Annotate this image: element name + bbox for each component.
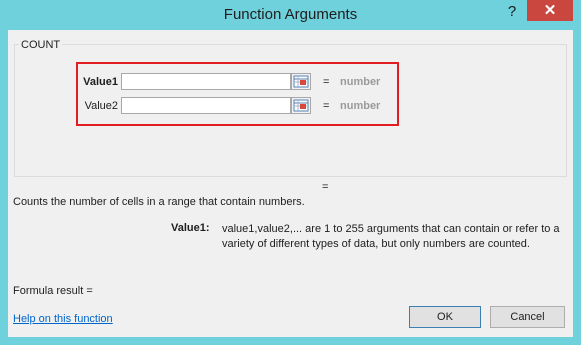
value1-input[interactable] [121, 73, 291, 90]
value2-collapse-icon[interactable] [291, 97, 311, 114]
close-button[interactable]: ✕ [527, 0, 573, 21]
value1-label: Value1 [83, 76, 118, 88]
ok-button[interactable]: OK [409, 306, 481, 328]
highlight-box [76, 62, 399, 126]
dialog-title: Function Arguments [223, 6, 358, 23]
help-link[interactable]: Help on this function [13, 313, 113, 325]
value2-result: number [340, 100, 381, 112]
dialog-body: COUNT Value1 = number Value2 = number = … [8, 30, 573, 337]
value1-equals: = [323, 76, 330, 88]
function-description: Counts the number of cells in a range th… [13, 196, 305, 208]
function-name: COUNT [19, 39, 63, 51]
title-bar[interactable]: Function Arguments ? ✕ [0, 0, 581, 30]
formula-result-label: Formula result = [13, 285, 93, 297]
cancel-button[interactable]: Cancel [490, 306, 565, 328]
value1-collapse-icon[interactable] [291, 73, 311, 90]
value1-result: number [340, 76, 381, 88]
function-arguments-dialog: Function Arguments ? ✕ COUNT Value1 = nu… [0, 0, 581, 345]
value2-equals: = [323, 100, 330, 112]
arguments-group: COUNT Value1 = number Value2 = number [14, 39, 567, 177]
argument-description-label: Value1: [171, 222, 210, 234]
value2-label: Value2 [84, 100, 118, 112]
help-icon[interactable]: ? [499, 2, 525, 22]
overall-result: = [322, 181, 329, 193]
value2-input[interactable] [121, 97, 291, 114]
argument-description-text: value1,value2,... are 1 to 255 arguments… [222, 223, 560, 250]
